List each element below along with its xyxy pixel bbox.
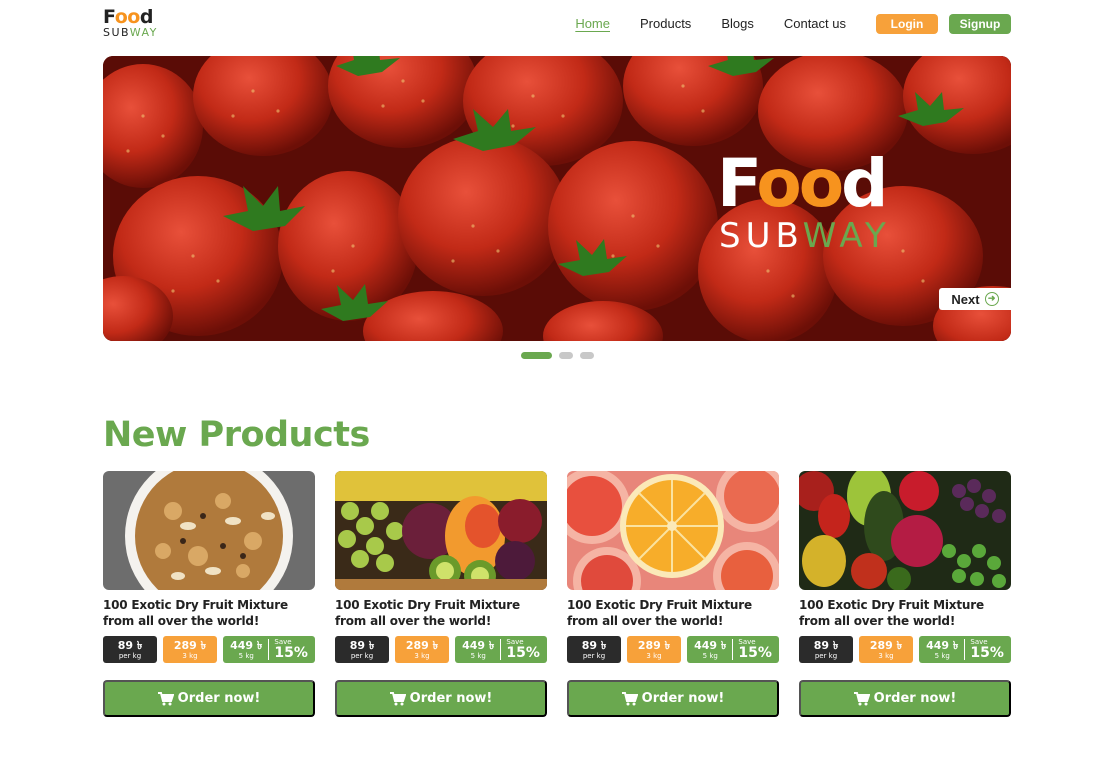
product-image[interactable] [103,471,315,590]
citrus-slices-image [567,471,779,590]
price-badge-3kg: 289 ৳ 3 kg [395,636,449,663]
product-image[interactable] [567,471,779,590]
signup-button[interactable]: Signup [949,14,1011,34]
slider-dot-3[interactable] [580,352,594,359]
product-title: 100 Exotic Dry Fruit Mixture from all ov… [567,598,752,628]
granola-bowl-image [103,471,315,590]
order-now-label: Order now! [641,691,725,706]
nav-products[interactable]: Products [640,14,691,34]
price-badge-per-kg: 89 ৳ per kg [799,636,853,663]
product-image[interactable] [335,471,547,590]
price-badge-5kg: 449 ৳ 5 kg Save 15% [919,636,1011,663]
arrow-right-circle-icon: ➜ [984,292,999,306]
order-now-label: Order now! [873,691,957,706]
order-now-button[interactable]: Order now! [799,680,1011,717]
price-badge-3kg: 289 ৳ 3 kg [859,636,913,663]
price-badge-5kg: 449 ৳ 5 kg Save 15% [455,636,547,663]
price-badge-3kg: 289 ৳ 3 kg [627,636,681,663]
section-title: New Products [103,415,370,455]
price-badge-per-kg: 89 ৳ per kg [335,636,389,663]
main-nav: Home Products Blogs Contact us Login Sig… [575,14,1011,34]
price-badge-5kg: 449 ৳ 5 kg Save 15% [223,636,315,663]
hero-logo-subway-text: SUBWAY [719,216,891,256]
mixed-fruits-image [799,471,1011,590]
login-button[interactable]: Login [876,14,938,34]
page: Food SUBWAY Home Products Blogs Contact … [0,0,1115,758]
product-title: 100 Exotic Dry Fruit Mixture from all ov… [335,598,520,628]
slider-next-label: Next [951,291,980,307]
slider-dot-2[interactable] [559,352,573,359]
price-badge-5kg: 449 ৳ 5 kg Save 15% [687,636,779,663]
nav-blogs[interactable]: Blogs [721,14,754,34]
hero-slider: Food SUBWAY Next ➜ [103,56,1011,341]
site-header: Food SUBWAY Home Products Blogs Contact … [103,0,1011,48]
slider-dots [521,352,601,359]
nav-home[interactable]: Home [575,14,610,34]
hero-logo-food-text: Food [717,145,888,222]
slider-next-button[interactable]: Next ➜ [939,288,1011,310]
nav-contact-us[interactable]: Contact us [784,14,846,34]
slider-dot-1[interactable] [521,352,552,359]
product-image[interactable] [799,471,1011,590]
product-card: 100 Exotic Dry Fruit Mixture from all ov… [567,471,779,719]
price-badge-3kg: 289 ৳ 3 kg [163,636,217,663]
logo-subway-text: SUBWAY [103,26,158,39]
cart-icon [157,691,174,705]
product-title: 100 Exotic Dry Fruit Mixture from all ov… [103,598,288,628]
cart-icon [389,691,406,705]
product-card: 100 Exotic Dry Fruit Mixture from all ov… [799,471,1011,719]
fruit-basket-image [335,471,547,590]
site-logo[interactable]: Food SUBWAY [103,6,163,40]
cart-icon [621,691,638,705]
cart-icon [853,691,870,705]
hero-brand-logo: Food SUBWAY [717,148,917,258]
price-badge-per-kg: 89 ৳ per kg [567,636,621,663]
order-now-button[interactable]: Order now! [335,680,547,717]
order-now-button[interactable]: Order now! [567,680,779,717]
product-title: 100 Exotic Dry Fruit Mixture from all ov… [799,598,984,628]
product-card: 100 Exotic Dry Fruit Mixture from all ov… [335,471,547,719]
logo-food-text: Food [103,6,153,28]
order-now-label: Order now! [409,691,493,706]
order-now-label: Order now! [177,691,261,706]
price-badge-per-kg: 89 ৳ per kg [103,636,157,663]
product-card: 100 Exotic Dry Fruit Mixture from all ov… [103,471,315,719]
order-now-button[interactable]: Order now! [103,680,315,717]
